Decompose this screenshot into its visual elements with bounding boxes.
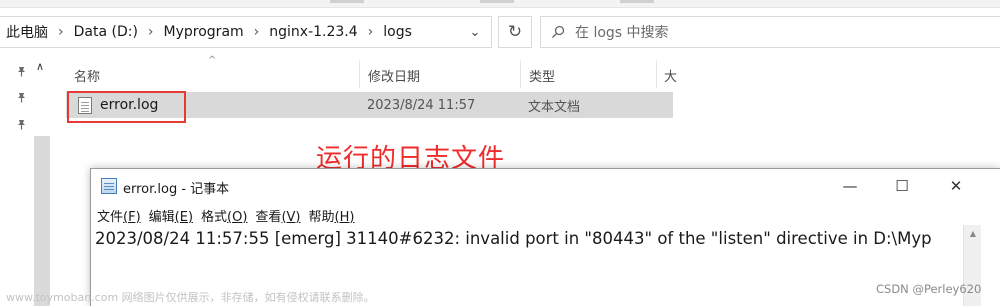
column-header-type[interactable]: 类型: [529, 64, 555, 86]
menu-accelerator: (O): [227, 209, 248, 225]
menu-format[interactable]: 格式(O): [201, 206, 247, 225]
pin-icon[interactable]: [16, 92, 28, 104]
notepad-title-bar[interactable]: error.log - 记事本 — ☐ ✕: [91, 169, 1000, 203]
close-button[interactable]: ✕: [933, 169, 979, 203]
menu-label: 编辑: [148, 209, 175, 225]
menu-bar: 文件(F) 编辑(E) 格式(O) 查看(V) 帮助(H): [91, 205, 362, 225]
column-divider[interactable]: [520, 60, 521, 88]
pin-icon[interactable]: [16, 119, 28, 131]
column-header-name[interactable]: 名称: [74, 64, 100, 86]
menu-edit[interactable]: 编辑(E): [149, 206, 193, 225]
minimize-icon: —: [842, 177, 858, 195]
menu-label: 文件: [97, 209, 124, 225]
menu-label: 帮助: [308, 209, 335, 225]
watermark-right: CSDN @Perley620: [876, 282, 982, 296]
watermark-left: www.toymoban.com 网络图片仅供展示，非存储，如有侵权请联系删除。: [6, 291, 375, 304]
menu-accelerator: (V): [281, 209, 301, 225]
file-date: 2023/8/24 11:57: [367, 97, 476, 113]
notepad-window: error.log - 记事本 — ☐ ✕ 文件(F) 编辑(E) 格式(O) …: [90, 168, 1000, 306]
menu-label: 查看: [255, 209, 282, 225]
notepad-icon: [101, 178, 117, 194]
maximize-icon: ☐: [895, 177, 909, 195]
maximize-button[interactable]: ☐: [879, 169, 925, 203]
breadcrumb-separator-icon[interactable]: ›: [52, 24, 70, 40]
sort-ascending-icon: ^: [208, 55, 217, 66]
breadcrumb-separator-icon[interactable]: ›: [362, 24, 380, 40]
menu-accelerator: (F): [123, 209, 141, 225]
window-title: error.log - 记事本: [123, 182, 230, 197]
annotation-highlight-box: [67, 91, 186, 123]
refresh-button[interactable]: ↻: [498, 16, 532, 48]
breadcrumb-item-logs[interactable]: logs: [379, 24, 416, 40]
breadcrumb-item-this-pc[interactable]: 此电脑: [0, 22, 52, 42]
address-row: 此电脑 › Data (D:) › Myprogram › nginx-1.23…: [0, 12, 1000, 52]
menu-view[interactable]: 查看(V): [255, 206, 300, 225]
navigation-pane: ∧: [0, 56, 52, 306]
menu-file[interactable]: 文件(F): [97, 206, 141, 225]
breadcrumb[interactable]: 此电脑 › Data (D:) › Myprogram › nginx-1.23…: [0, 16, 492, 48]
column-divider[interactable]: [359, 60, 360, 88]
menu-help[interactable]: 帮助(H): [308, 206, 354, 225]
column-divider[interactable]: [656, 60, 657, 88]
refresh-icon: ↻: [507, 22, 523, 42]
breadcrumb-separator-icon[interactable]: ›: [142, 24, 160, 40]
menu-label: 格式: [201, 209, 228, 225]
chevron-down-icon[interactable]: ⌄: [458, 17, 492, 47]
breadcrumb-item-myprogram[interactable]: Myprogram: [160, 24, 248, 40]
search-icon: [541, 25, 575, 39]
ribbon-tab-edge: [620, 0, 654, 3]
breadcrumb-item-drive[interactable]: Data (D:): [70, 24, 142, 40]
nav-scrollbar[interactable]: [34, 136, 50, 306]
ribbon-tab-edge: [480, 0, 514, 3]
search-input[interactable]: 在 logs 中搜索: [575, 22, 669, 42]
scroll-up-icon[interactable]: ∧: [36, 60, 44, 73]
close-icon: ✕: [949, 177, 963, 195]
minimize-button[interactable]: —: [827, 169, 873, 203]
search-box[interactable]: 在 logs 中搜索: [540, 16, 1000, 48]
ribbon-remnant: [0, 0, 1000, 8]
column-header-date[interactable]: 修改日期: [368, 64, 420, 86]
menu-accelerator: (E): [174, 209, 194, 225]
column-header-size[interactable]: 大: [664, 64, 677, 86]
menu-accelerator: (H): [334, 209, 355, 225]
pin-icon[interactable]: [16, 66, 28, 78]
scroll-up-arrow-icon[interactable]: ▲: [964, 225, 982, 241]
breadcrumb-separator-icon[interactable]: ›: [248, 24, 266, 40]
ribbon-tab-edge: [330, 0, 364, 3]
file-type: 文本文档: [528, 99, 581, 115]
breadcrumb-item-nginx[interactable]: nginx-1.23.4: [265, 24, 361, 40]
